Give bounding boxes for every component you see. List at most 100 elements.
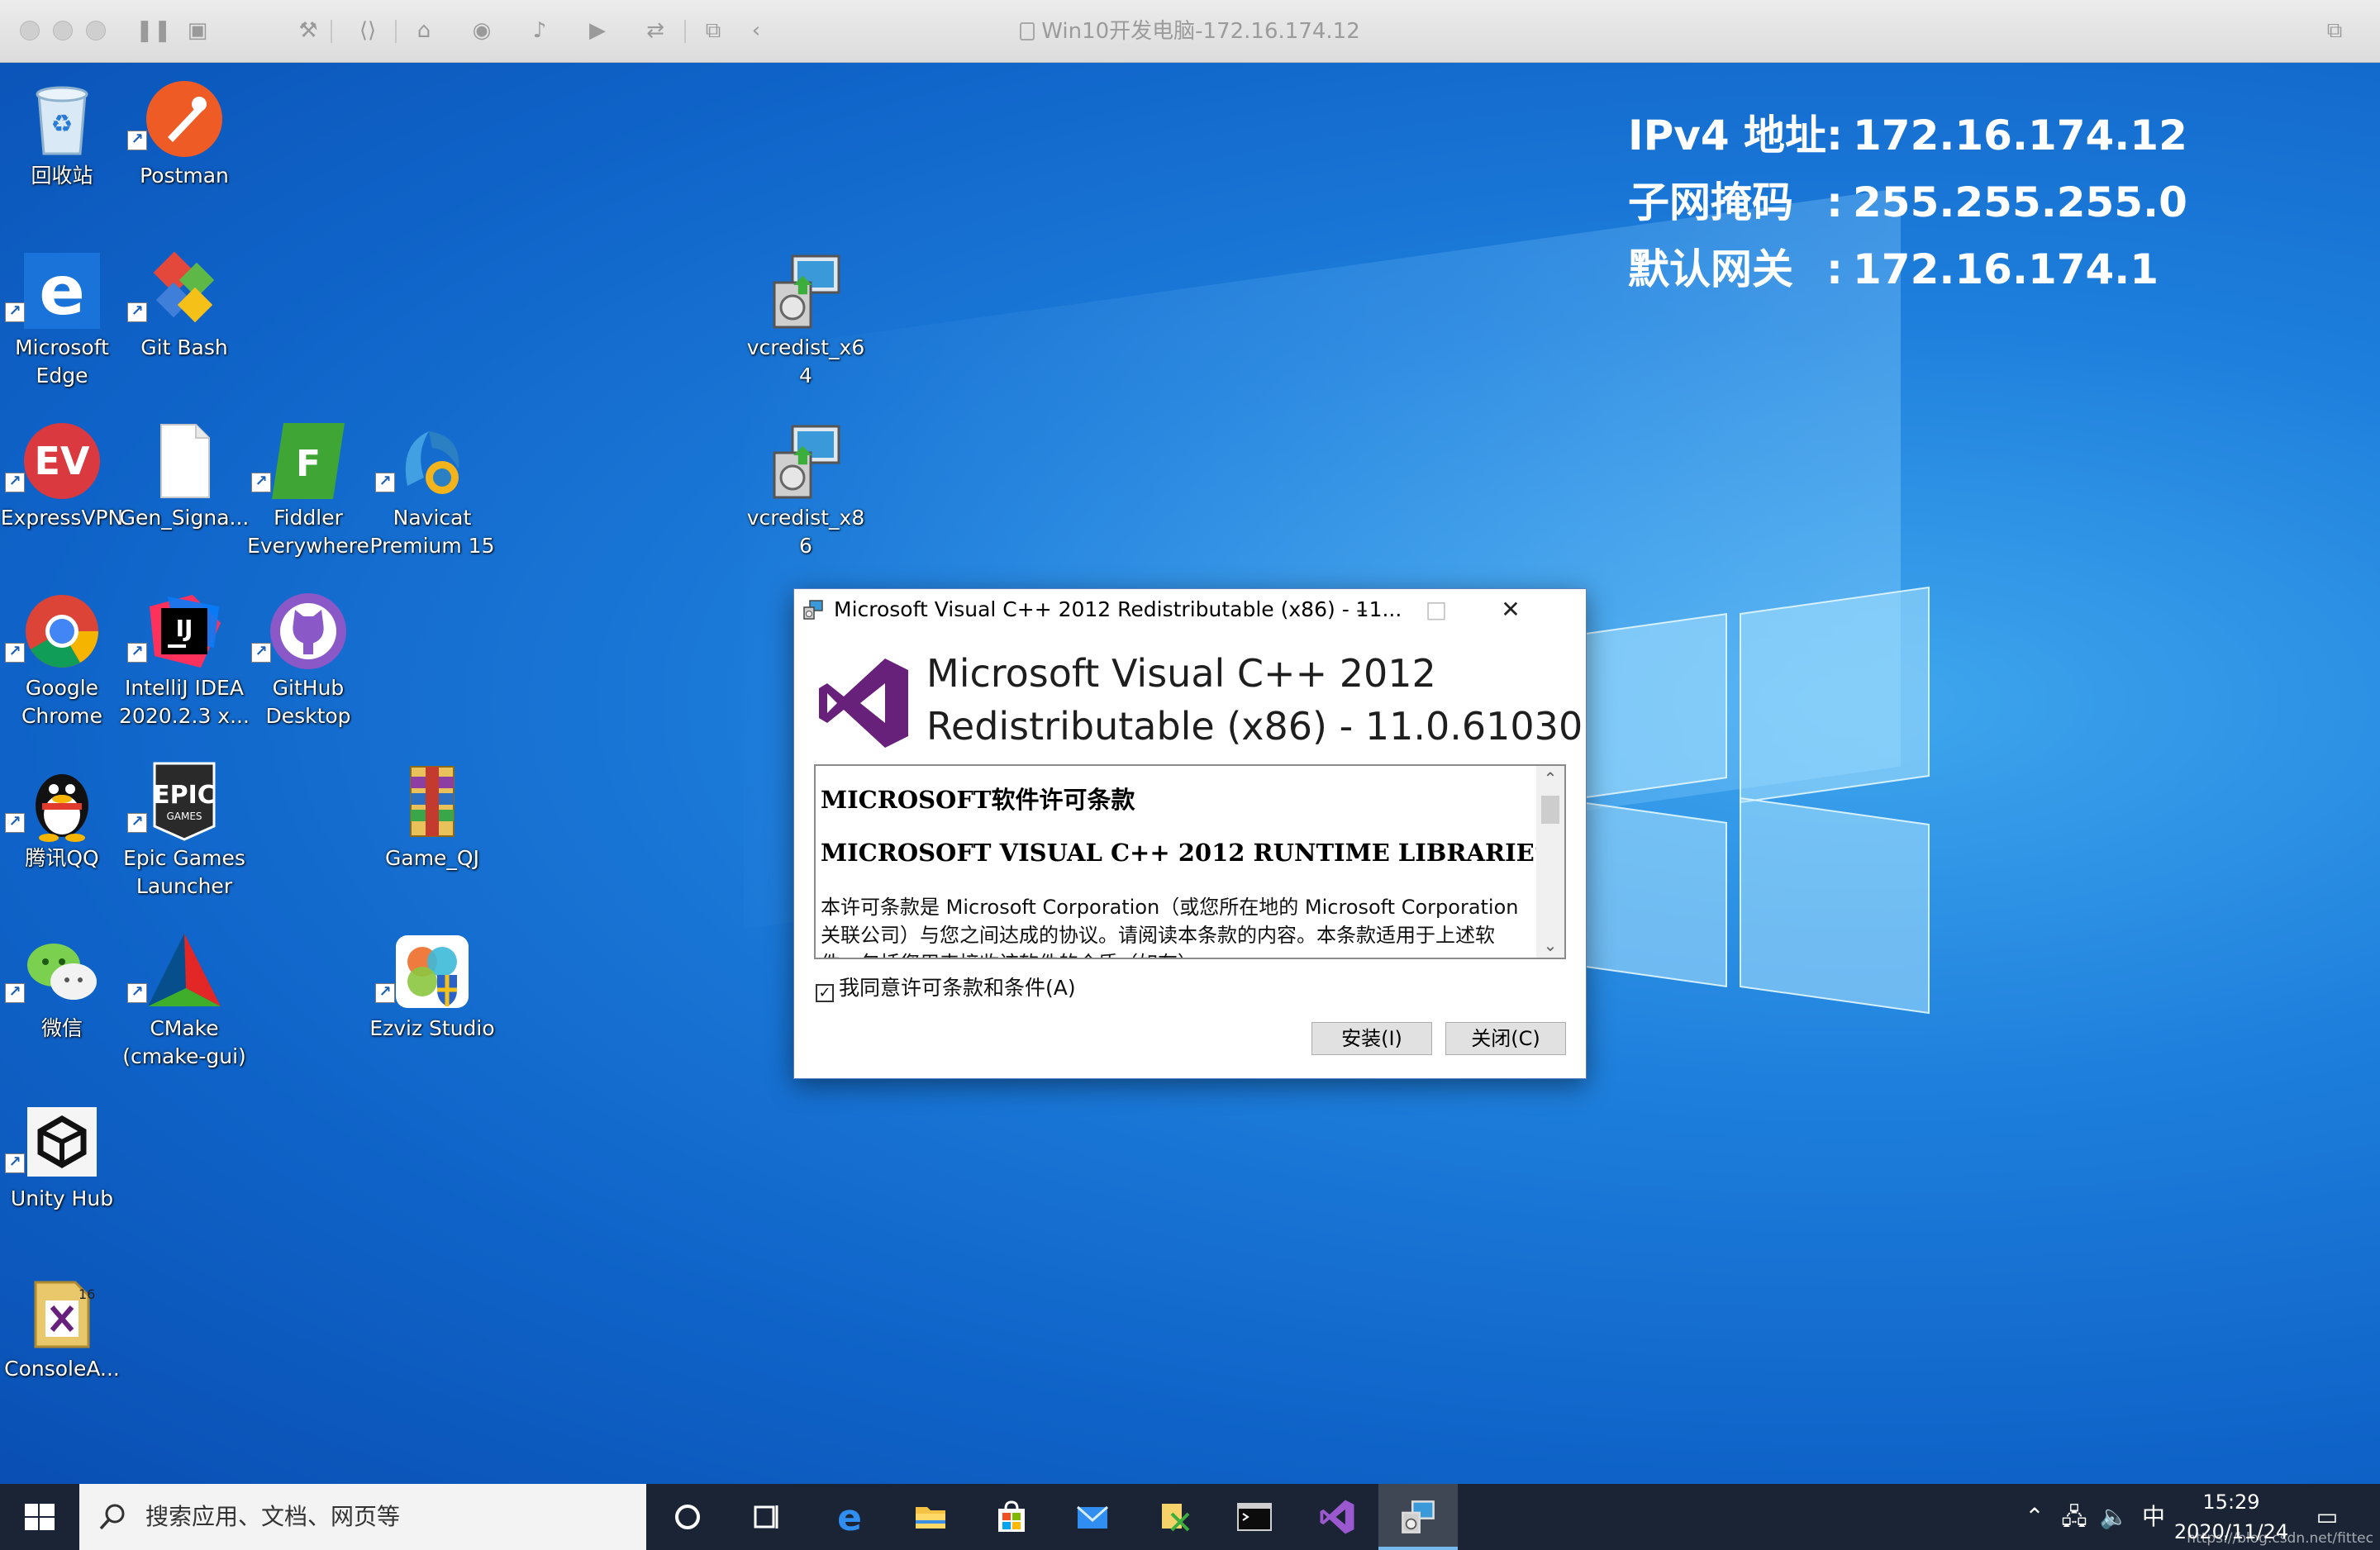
desktop-icon-gen-signa[interactable]: Gen_Signa... <box>120 410 249 575</box>
visual-studio-icon <box>1320 1500 1354 1534</box>
gateway-label: 默认网关 <box>1628 245 1793 293</box>
desktop-icon-vcredist-x64[interactable]: vcredist_x64 <box>744 240 868 405</box>
desktop-icon-label: GitHub Desktop <box>265 676 351 728</box>
vs-project-icon: 16 <box>34 1281 95 1348</box>
desktop-icon-expressvpn[interactable]: EV ↗ ExpressVPN <box>0 410 124 575</box>
epic-games-icon: EPIC GAMES <box>153 762 216 841</box>
scroll-down-icon[interactable]: ⌄ <box>1536 933 1564 958</box>
desktop-icon-epic-games[interactable]: EPIC GAMES ↗ Epic Games Launcher <box>122 750 246 915</box>
desktop: IPv4 地址: 172.16.174.12 子网掩码:255.255.255.0… <box>0 63 2380 1484</box>
desktop-icon-chrome[interactable]: ↗ Google Chrome <box>0 580 124 745</box>
desktop-icon-ezviz-studio[interactable]: ↗ Ezviz Studio <box>369 920 495 1086</box>
taskbar-visual-studio[interactable] <box>1297 1484 1377 1550</box>
taskbar-edge[interactable]: e <box>810 1484 889 1550</box>
checkbox-checked-icon[interactable]: ✓ <box>816 984 834 1002</box>
start-button[interactable] <box>0 1484 79 1550</box>
edge-icon: e <box>24 252 100 330</box>
task-view-button[interactable] <box>727 1484 807 1550</box>
desktop-icon-fiddler[interactable]: F ↗ Fiddler Everywhere <box>246 410 370 575</box>
svg-text:♻: ♻ <box>51 110 74 139</box>
document-icon <box>1020 22 1035 40</box>
dialog-close-button[interactable]: ✕ <box>1473 589 1548 630</box>
close-button[interactable]: 关闭(C) <box>1445 1022 1566 1055</box>
desktop-icon-label: vcredist_x64 <box>746 335 865 388</box>
desktop-icon-label: 微信 <box>40 1016 83 1040</box>
license-textbox[interactable]: MICROSOFT软件许可条款 MICROSOFT VISUAL C++ 201… <box>814 764 1566 959</box>
show-hidden-icons-chevron-icon[interactable]: ⌃ <box>2016 1484 2053 1550</box>
taskbar-vcredist-installer-active[interactable] <box>1378 1484 1458 1550</box>
desktop-icon-github-desktop[interactable]: ↗ GitHub Desktop <box>246 580 370 745</box>
desktop-icon-vcredist-x86[interactable]: vcredist_x86 <box>744 410 868 575</box>
svg-text:e: e <box>837 1499 862 1535</box>
install-button[interactable]: 安装(I) <box>1311 1022 1432 1055</box>
desktop-icon-label: Navicat Premium 15 <box>369 506 495 558</box>
volume-icon[interactable]: 🔈 <box>2096 1484 2132 1550</box>
dialog-titlebar[interactable]: Microsoft Visual C++ 2012 Redistributabl… <box>794 589 1586 630</box>
subnet-value: 255.255.255.0 <box>1853 178 2187 226</box>
ipv4-value: 172.16.174.12 <box>1853 112 2187 159</box>
license-body-text: 本许可条款是 Microsoft Corporation（或您所在地的 Micr… <box>821 896 1519 958</box>
product-name: Microsoft Visual C++ 2012 Redistributabl… <box>926 647 1583 753</box>
wechat-icon <box>27 944 97 1000</box>
installer-icon <box>773 425 840 499</box>
desktop-icon-label: vcredist_x86 <box>746 506 865 558</box>
shortcut-arrow-icon: ↗ <box>375 473 395 492</box>
desktop-icon-game-qj[interactable]: Game_QJ <box>370 750 494 915</box>
desktop-icon-postman[interactable]: ↗ Postman <box>122 68 246 233</box>
store-bag-icon <box>998 1500 1025 1532</box>
network-icon[interactable]: 🖧 <box>2056 1484 2092 1550</box>
agree-terms-checkbox[interactable]: ✓ 我同意许可条款和条件(A) <box>816 974 1076 1002</box>
vm-titlebar: ❚❚ ▣ ⚒ ⟨⟩ ⌂ ◉ ♪ ▶ ⇄ ⧉ ‹ Win10开发电脑-172.16… <box>0 0 2380 63</box>
shortcut-arrow-icon: ↗ <box>251 643 271 663</box>
scroll-up-icon[interactable]: ⌃ <box>1536 766 1564 791</box>
taskbar-file-explorer[interactable] <box>891 1484 970 1550</box>
shortcut-arrow-icon: ↗ <box>5 302 25 322</box>
ezviz-studio-icon <box>396 935 469 1008</box>
scroll-thumb[interactable] <box>1541 796 1559 824</box>
navicat-icon <box>405 431 459 494</box>
svg-text:e: e <box>39 252 85 330</box>
desktop-icon-qq[interactable]: ↗ 腾讯QQ <box>0 750 124 915</box>
desktop-icon-label: Google Chrome <box>21 676 103 728</box>
desktop-icon-recycle-bin[interactable]: ♻ 回收站 <box>0 68 124 233</box>
taskbar-mail[interactable] <box>1053 1484 1132 1550</box>
desktop-icon-git-bash[interactable]: ↗ Git Bash <box>122 240 246 405</box>
fullscreen-icon[interactable]: ⧉ <box>2320 17 2349 45</box>
shortcut-arrow-icon: ↗ <box>127 813 147 833</box>
gateway-sep: : <box>1826 245 1843 293</box>
shortcut-arrow-icon: ↗ <box>251 473 271 492</box>
taskbar-store[interactable] <box>972 1484 1051 1550</box>
taskbar-snipping-tool[interactable] <box>1134 1484 1213 1550</box>
desktop-icon-label: 腾讯QQ <box>25 846 99 870</box>
svg-text:GAMES: GAMES <box>166 811 202 822</box>
desktop-icon-intellij[interactable]: IJ ↗ IntelliJ IDEA 2020.2.3 x... <box>119 580 250 745</box>
taskbar: 搜索应用、文档、网页等 e ⌃ 🖧 🔈 中 15:29 2020/11/24 ▭… <box>0 1484 2380 1550</box>
blank-file-icon <box>160 424 210 498</box>
svg-text:16: 16 <box>79 1286 95 1302</box>
desktop-icon-consoleapp[interactable]: 16 ConsoleA... <box>0 1261 124 1426</box>
mail-icon <box>1077 1505 1108 1529</box>
desktop-icon-wechat[interactable]: ↗ 微信 <box>0 920 124 1086</box>
desktop-icon-unity-hub[interactable]: ↗ Unity Hub <box>0 1091 124 1256</box>
svg-text:IJ: IJ <box>176 615 193 642</box>
folder-icon <box>916 1507 945 1529</box>
shortcut-arrow-icon: ↗ <box>375 983 395 1003</box>
subnet-sep: : <box>1826 178 1843 226</box>
desktop-icon-navicat[interactable]: ↗ Navicat Premium 15 <box>369 410 495 575</box>
subnet-row: 子网掩码:255.255.255.0 <box>1628 169 2187 236</box>
desktop-icon-label: Git Bash <box>140 335 228 359</box>
product-name-line2: Redistributable (x86) - 11.0.61030 <box>926 704 1583 749</box>
license-subheading: MICROSOFT VISUAL C++ 2012 RUNTIME LIBRAR… <box>821 839 1552 867</box>
svg-text:EPIC: EPIC <box>153 781 216 810</box>
license-scrollbar[interactable]: ⌃ ⌄ <box>1536 766 1564 958</box>
desktop-icon-cmake[interactable]: ↗ CMake (cmake-gui) <box>122 920 246 1086</box>
cortana-button[interactable] <box>648 1484 727 1550</box>
taskbar-search-input[interactable]: 搜索应用、文档、网页等 <box>79 1484 646 1550</box>
windows-logo-wallpaper <box>1554 575 1934 1063</box>
shortcut-arrow-icon: ↗ <box>5 473 25 492</box>
dialog-minimize-button[interactable]: – <box>1325 589 1399 630</box>
desktop-icon-edge[interactable]: e ↗ Microsoft Edge <box>0 240 124 405</box>
installer-small-icon <box>803 600 823 620</box>
taskbar-terminal[interactable] <box>1215 1484 1294 1550</box>
ipv4-row: IPv4 地址: 172.16.174.12 <box>1628 102 2187 169</box>
